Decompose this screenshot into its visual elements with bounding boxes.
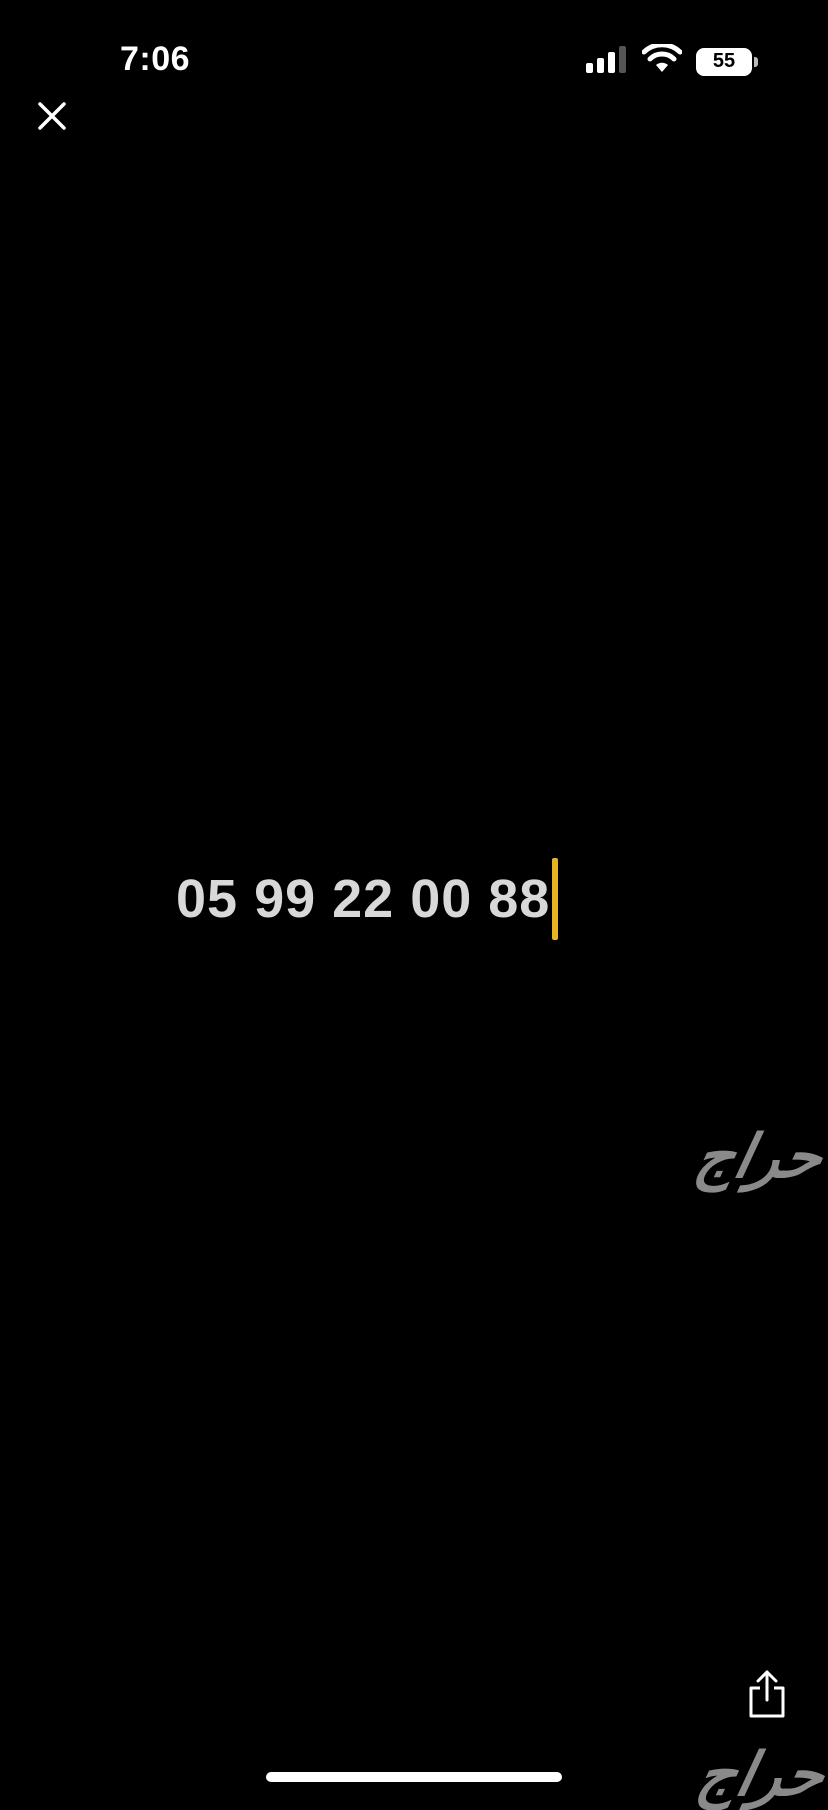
close-icon	[38, 102, 66, 130]
battery-icon: 55	[696, 47, 758, 76]
signal-icon	[584, 45, 628, 78]
close-button[interactable]	[32, 96, 72, 136]
home-indicator[interactable]	[266, 1772, 562, 1782]
share-icon	[749, 1670, 785, 1718]
text-cursor	[552, 858, 559, 940]
phone-number-display: 05 99 22 00 88	[176, 858, 559, 940]
wifi-icon	[641, 42, 683, 79]
phone-number-text: 05 99 22 00 88	[176, 869, 551, 929]
status-indicators: 55	[584, 42, 758, 79]
watermark-logo: حراج	[689, 1123, 828, 1190]
status-time: 7:06	[120, 40, 191, 78]
status-bar: 7:06 55	[0, 0, 828, 120]
share-button[interactable]	[745, 1668, 789, 1720]
